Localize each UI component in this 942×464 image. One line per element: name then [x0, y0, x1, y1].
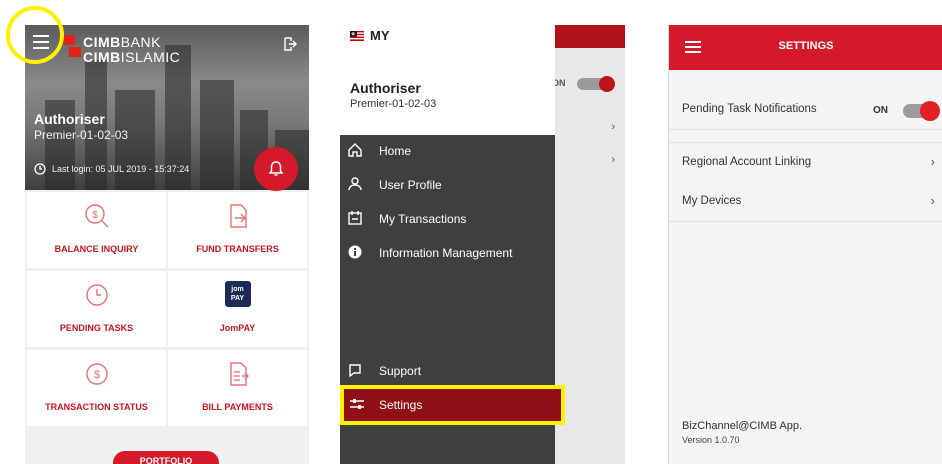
brand-line2: CIMBISLAMIC: [83, 49, 181, 65]
transactions-icon: [348, 211, 362, 225]
svg-text:$: $: [92, 210, 98, 221]
settings-screen: SETTINGS Pending Task Notifications ON R…: [668, 25, 942, 464]
chevron-right-icon: ›: [611, 154, 615, 166]
logout-icon[interactable]: [283, 37, 297, 51]
row-label: My Devices: [682, 195, 742, 207]
country-code[interactable]: MY: [370, 28, 390, 43]
clock-icon: [34, 163, 46, 175]
last-login: Last login: 05 JUL 2019 - 15:37:24: [52, 164, 190, 174]
background-toggle: [577, 76, 615, 92]
tile-label: TRANSACTION STATUS: [45, 402, 148, 412]
fund-transfer-icon: [229, 204, 247, 228]
tile-label: FUND TRANSFERS: [196, 244, 279, 254]
support-chat-icon: [349, 364, 361, 377]
user-code: Premier-01-02-03: [34, 128, 129, 142]
app-version: Version 1.0.70: [682, 435, 740, 445]
pending-notifications-toggle[interactable]: [903, 101, 940, 121]
drawer-screen: ON › › MY Authoriser Premier-01-02-03 Ho…: [340, 25, 625, 464]
row-label: Pending Task Notifications: [682, 103, 817, 115]
drawer-user-code: Premier-01-02-03: [350, 98, 437, 110]
bill-payments-icon: [229, 362, 249, 386]
menu-highlight-circle: [6, 6, 64, 64]
home-icon: [348, 143, 362, 157]
tile-label: BILL PAYMENTS: [202, 402, 273, 412]
page-title: SETTINGS: [778, 40, 834, 52]
dashboard-screen: CIMBBANK CIMBISLAMIC Authoriser Premier-…: [25, 25, 309, 464]
malaysia-flag-icon: [350, 31, 364, 41]
info-icon: [348, 245, 362, 259]
portfolio-button[interactable]: PORTFOLIO: [113, 451, 219, 464]
settings-appbar: SETTINGS: [669, 25, 942, 70]
drawer-header: MY Authoriser Premier-01-02-03: [340, 25, 555, 135]
settings-row-pending-task-notifications: Pending Task Notifications: [669, 90, 942, 130]
menu-item-support[interactable]: Support: [340, 357, 555, 385]
row-label: Regional Account Linking: [682, 156, 812, 168]
toggle-state-label: ON: [873, 105, 888, 116]
tile-label: PENDING TASKS: [59, 323, 134, 333]
menu-item-information-management[interactable]: Information Management: [340, 239, 555, 267]
menu-item-label: Home: [379, 144, 412, 158]
menu-item-home[interactable]: Home: [340, 137, 555, 165]
notification-button[interactable]: [254, 147, 298, 191]
menu-item-label: Information Management: [379, 246, 513, 260]
chevron-right-icon: ›: [930, 193, 935, 208]
pending-tasks-icon: [85, 284, 108, 306]
menu-item-my-transactions[interactable]: My Transactions: [340, 205, 555, 233]
tile-label: JomPAY: [219, 323, 256, 333]
tile-fund-transfers[interactable]: FUND TRANSFERS: [168, 192, 307, 268]
tile-pending-tasks[interactable]: PENDING TASKS: [27, 271, 166, 347]
menu-item-label: My Transactions: [379, 212, 467, 226]
settings-row-my-devices[interactable]: My Devices ›: [669, 182, 942, 222]
tile-label: BALANCE INQUIRY: [54, 244, 139, 254]
transaction-status-icon: $: [85, 363, 108, 385]
user-role: Authoriser: [34, 111, 105, 127]
svg-text:$: $: [93, 369, 99, 381]
chevron-right-icon: ›: [930, 154, 935, 169]
drawer-user-role: Authoriser: [350, 80, 421, 96]
bell-icon: [268, 161, 284, 176]
menu-item-label: User Profile: [379, 178, 442, 192]
tile-transaction-status[interactable]: $ TRANSACTION STATUS: [27, 350, 166, 426]
cimb-logo-icon: [63, 35, 81, 59]
jompay-icon: jom PAY: [224, 281, 251, 307]
brand-line1: CIMBBANK: [83, 34, 161, 50]
tile-balance-inquiry[interactable]: $ BALANCE INQUIRY: [27, 192, 166, 268]
settings-row-regional-account-linking[interactable]: Regional Account Linking ›: [669, 142, 942, 183]
menu-item-label: Support: [379, 364, 422, 378]
tile-bill-payments[interactable]: BILL PAYMENTS: [168, 350, 307, 426]
balance-inquiry-icon: $: [84, 204, 108, 228]
chevron-right-icon: ›: [611, 121, 615, 133]
user-icon: [348, 177, 362, 191]
app-name: BizChannel@CIMB App.: [682, 420, 803, 432]
tile-jompay[interactable]: jom PAY JomPAY: [168, 271, 307, 347]
menu-item-user-profile[interactable]: User Profile: [340, 171, 555, 199]
settings-highlight-box: [340, 385, 565, 425]
